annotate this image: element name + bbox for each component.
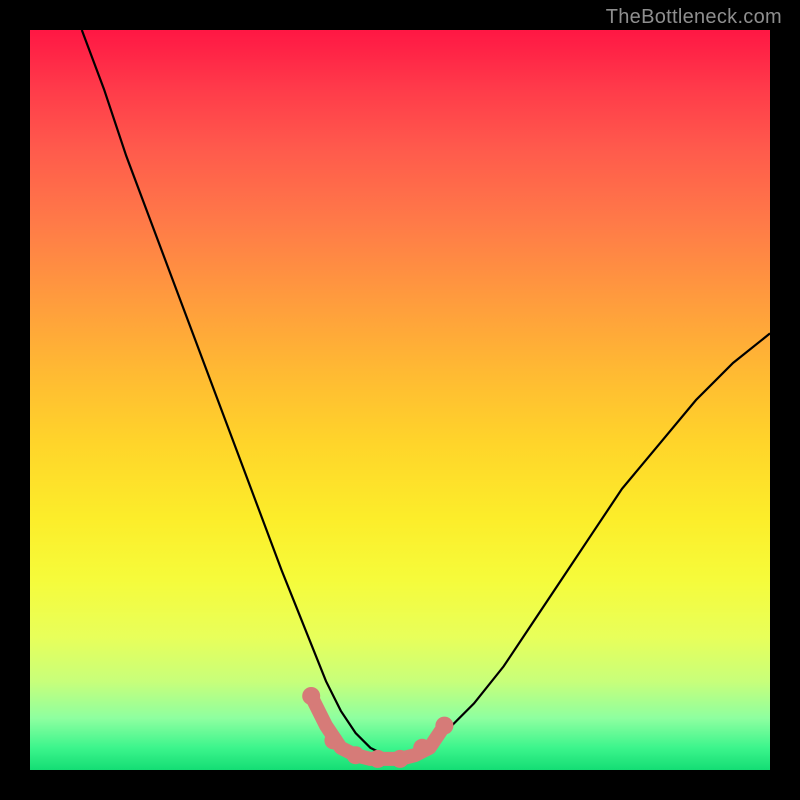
watermark-label: TheBottleneck.com: [606, 6, 782, 29]
flat-band-marker: [347, 746, 365, 764]
chart-svg: [30, 30, 770, 770]
flat-band-marker: [435, 717, 453, 735]
bottleneck-curve-main: [82, 30, 770, 755]
flat-band-marker: [391, 750, 409, 768]
chart-frame: TheBottleneck.com: [0, 0, 800, 800]
flat-band-marker: [324, 731, 342, 749]
chart-plot-area: [30, 30, 770, 770]
flat-band-marker: [369, 750, 387, 768]
flat-band-marker: [413, 739, 431, 757]
flat-band-marker: [302, 687, 320, 705]
